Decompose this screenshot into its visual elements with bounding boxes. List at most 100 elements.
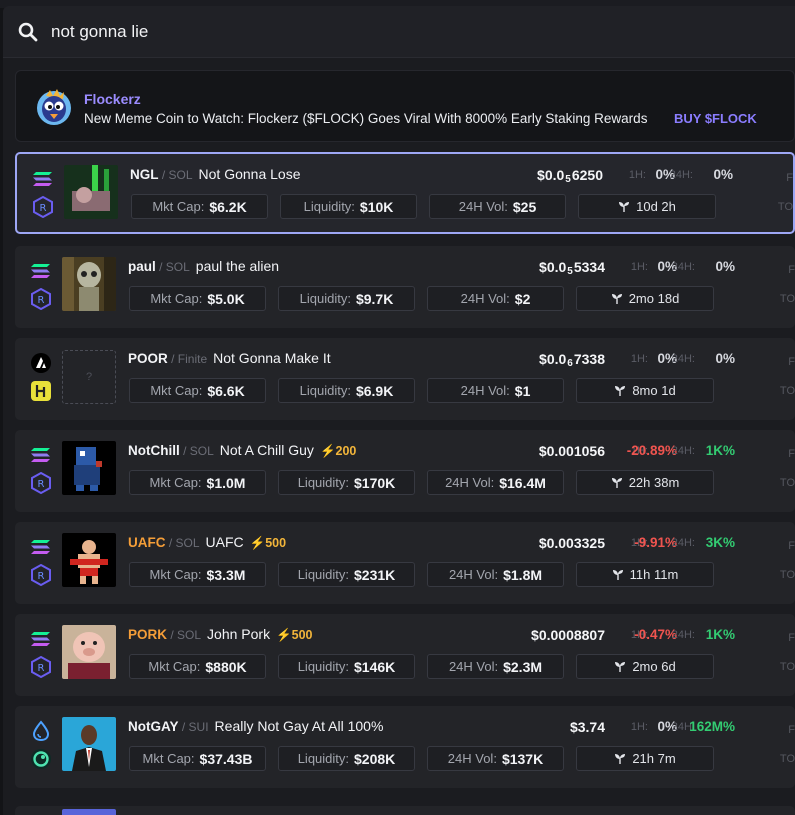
svg-text:R: R xyxy=(38,663,45,674)
volume-value: $2 xyxy=(514,290,531,307)
market-cap-pill: Mkt Cap: $3.3M xyxy=(129,562,266,587)
volume-pill: 24H Vol: $2 xyxy=(427,286,564,311)
change-1h-label: 1H: xyxy=(630,721,648,733)
clipped-column-1: F xyxy=(788,632,795,644)
token-price: $0.003325 xyxy=(538,535,605,551)
token-row-ngl[interactable]: R NGL / SOL Not Gonna Lose $0.056250 1H: … xyxy=(15,152,795,234)
liquidity-label: Liquidity: xyxy=(303,199,355,214)
token-title: UAFC / SOL UAFC ⚡500 xyxy=(128,534,286,551)
change-1h-label: 1H: xyxy=(630,353,648,365)
market-cap-pill: Mkt Cap: $6.2K xyxy=(131,194,268,219)
price-digits: 5334 xyxy=(573,259,605,275)
change-24h-value: 1K% xyxy=(705,627,735,642)
price-prefix: $0.0 xyxy=(539,351,567,367)
token-chain: SOL xyxy=(177,628,202,642)
svg-text:R: R xyxy=(38,571,45,582)
token-row-notgay[interactable]: NotGAY / SUI Really Not Gay At All 100% $… xyxy=(15,706,795,788)
clipped-column-2: TO xyxy=(779,385,795,397)
clipped-column-1: F xyxy=(788,540,795,552)
market-cap-value: $37.43B xyxy=(199,750,253,767)
token-symbol: paul xyxy=(128,259,156,274)
token-row-uafc[interactable]: R UAFC / SOL UAFC ⚡500 $0.003325 1H: -9.91… xyxy=(15,522,795,604)
clipped-column-1: F xyxy=(788,724,795,736)
token-title: NotChill / SOL Not A Chill Guy ⚡200 xyxy=(128,442,356,459)
token-symbol: NotChill xyxy=(128,443,180,458)
volume-value: $137K xyxy=(501,750,544,767)
age-pill: 2mo 6d xyxy=(576,654,714,679)
token-symbol: NGL xyxy=(130,167,159,182)
age-value: 2mo 18d xyxy=(628,291,680,306)
search-input[interactable] xyxy=(51,19,651,45)
market-cap-label: Mkt Cap: xyxy=(150,383,203,398)
sprout-icon xyxy=(612,569,623,580)
token-image-pork xyxy=(62,625,116,679)
token-name: UAFC xyxy=(205,534,244,550)
token-price: $0.056250 xyxy=(537,167,603,185)
token-image-ngl xyxy=(64,165,118,219)
price-zero-count: 6 xyxy=(567,358,573,369)
change-24h-label: 24H: xyxy=(671,353,695,365)
liquidity-pill: Liquidity: $6.9K xyxy=(278,378,415,403)
age-value: 11h 11m xyxy=(629,567,679,582)
clipped-column-2: TO xyxy=(779,293,795,305)
change-1h-value: -20.89% xyxy=(626,443,677,458)
raydium-icon: R xyxy=(31,656,51,678)
liquidity-pill: Liquidity: $10K xyxy=(280,194,417,219)
market-cap-pill: Mkt Cap: $880K xyxy=(129,654,266,679)
token-name: John Pork xyxy=(207,626,271,642)
market-cap-label: Mkt Cap: xyxy=(148,659,201,674)
volume-value: $2.3M xyxy=(503,658,543,675)
volume-label: 24H Vol: xyxy=(448,659,499,674)
market-cap-value: $6.2K xyxy=(209,198,247,215)
token-row-pork[interactable]: R PORK / SOL John Pork ⚡500 $0.0008807 1H:… xyxy=(15,614,795,696)
token-price: $0.055334 xyxy=(539,259,605,277)
volume-label: 24H Vol: xyxy=(445,475,495,490)
boost-badge: ⚡500 xyxy=(249,536,287,550)
token-chain: Finite xyxy=(177,352,208,366)
market-cap-label: Mkt Cap: xyxy=(150,291,203,306)
liquidity-value: $146K xyxy=(354,658,396,675)
separator: / xyxy=(167,352,178,366)
volume-label: 24H Vol: xyxy=(448,567,499,582)
token-name: Not Gonna Make It xyxy=(213,350,331,366)
volume-value: $1.8M xyxy=(503,566,543,583)
token-price: $3.74 xyxy=(569,719,605,735)
clipped-column-2: TO xyxy=(779,569,795,581)
clipped-column-2: TO xyxy=(779,477,795,489)
solana-icon xyxy=(33,172,52,186)
flockerz-bird-logo-icon xyxy=(37,89,71,125)
sprout-icon xyxy=(611,293,622,304)
liquidity-pill: Liquidity: $170K xyxy=(278,470,415,495)
liquidity-label: Liquidity: xyxy=(297,659,350,674)
separator: / xyxy=(158,168,169,182)
token-image-notchill xyxy=(62,441,116,495)
token-row-poor[interactable]: ? POOR / Finite Not Gonna Make It $0.0673… xyxy=(15,338,795,420)
change-1h-label: 1H: xyxy=(628,169,646,181)
token-image-placeholder: ? xyxy=(62,350,116,404)
svg-text:R: R xyxy=(40,203,47,214)
volume-label: 24H Vol: xyxy=(458,199,508,214)
change-24h-value: 3K% xyxy=(705,535,735,550)
change-24h-label: 24H: xyxy=(671,261,695,273)
solana-icon xyxy=(31,540,50,554)
market-cap-pill: Mkt Cap: $6.6K xyxy=(129,378,266,403)
age-pill: 11h 11m xyxy=(576,562,714,587)
ad-buy-link[interactable]: BUY $FLOCK xyxy=(674,111,757,126)
token-name: Not A Chill Guy xyxy=(219,442,314,458)
liquidity-value: $6.9K xyxy=(355,382,394,399)
change-24h-label: 24H: xyxy=(669,169,693,181)
token-title: NGL / SOL Not Gonna Lose xyxy=(130,166,301,182)
sponsored-ad-banner[interactable]: Flockerz New Meme Coin to Watch: Flocker… xyxy=(15,70,795,142)
solana-icon xyxy=(31,448,50,462)
token-row-paul[interactable]: R paul / SOL paul the alien $0.055334 1H:… xyxy=(15,246,795,328)
age-pill: 21h 7m xyxy=(576,746,714,771)
token-price: $0.0008807 xyxy=(531,627,605,643)
liquidity-label: Liquidity: xyxy=(297,751,350,766)
age-pill: 8mo 1d xyxy=(576,378,714,403)
volume-value: $16.4M xyxy=(499,474,546,491)
price-zero-count: 5 xyxy=(567,266,573,277)
market-cap-value: $3.3M xyxy=(206,566,246,583)
token-row-notchill[interactable]: R NotChill / SOL Not A Chill Guy ⚡200 $0.0… xyxy=(15,430,795,512)
token-image-uafc xyxy=(62,533,116,587)
token-row-partial[interactable] xyxy=(15,806,795,815)
